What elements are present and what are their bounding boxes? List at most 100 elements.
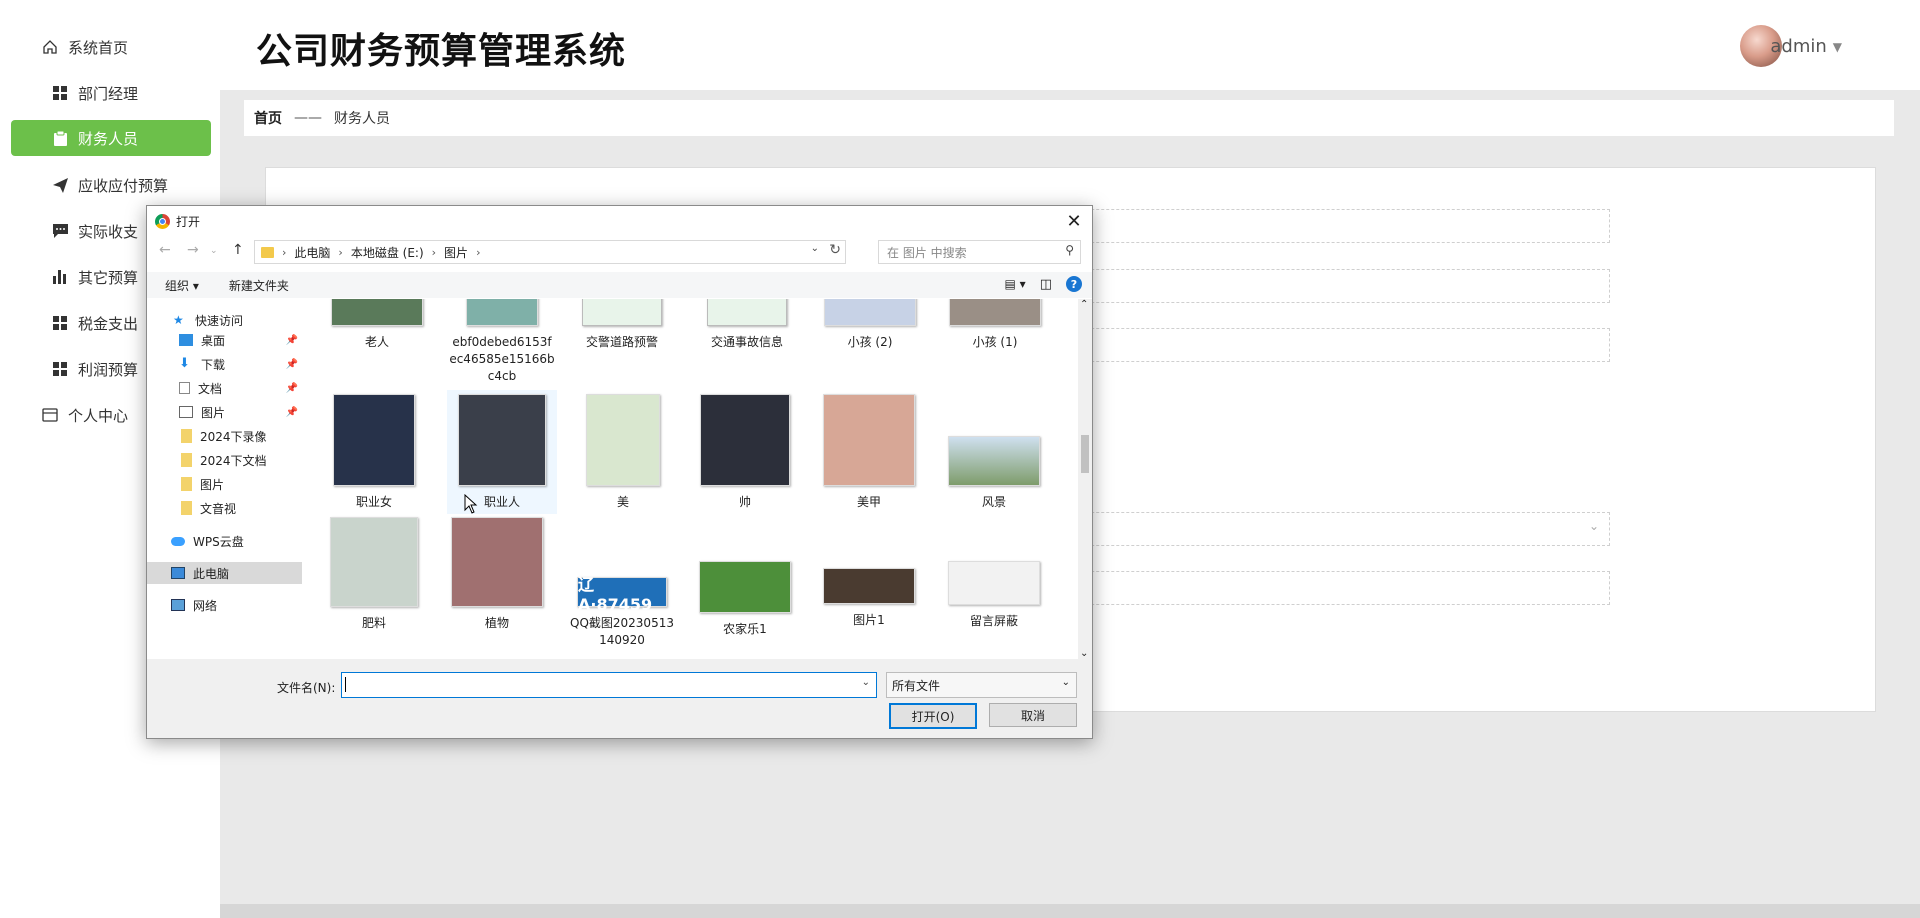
file-item[interactable]: 小孩 (1) — [949, 299, 1041, 351]
tree-item-folder[interactable]: 2024下录像 — [147, 425, 302, 447]
path-segment[interactable]: 本地磁盘 (E:) — [351, 244, 424, 261]
file-item[interactable]: 肥料 — [328, 517, 420, 632]
filetype-select[interactable]: 所有文件 ⌄ — [886, 672, 1077, 698]
forward-arrow-icon[interactable]: → — [187, 242, 199, 258]
history-dropdown-icon[interactable]: ⌄ — [210, 246, 218, 256]
bar-chart-icon — [50, 267, 70, 287]
folder-icon — [181, 477, 192, 491]
file-thumbnail — [451, 517, 543, 607]
tree-item-folder[interactable]: 图片 — [147, 473, 302, 495]
file-item[interactable]: ebf0debed6153fec46585e15166bc4cb — [449, 299, 555, 385]
clipboard-icon — [50, 128, 70, 148]
file-name: ebf0debed6153fec46585e15166bc4cb — [449, 335, 555, 383]
user-menu[interactable]: admin ▼ — [1770, 36, 1842, 57]
path-segment[interactable]: 图片 — [444, 244, 468, 261]
chevron-down-icon[interactable]: ⌄ — [811, 243, 819, 254]
tree-item-this-pc[interactable]: 此电脑 — [147, 562, 302, 584]
filetype-value: 所有文件 — [892, 678, 941, 693]
file-item[interactable]: 美 — [577, 394, 669, 511]
vertical-scrollbar[interactable]: ⌃ ⌄ — [1078, 299, 1092, 659]
tree-item-folder[interactable]: 文音视 — [147, 497, 302, 519]
dialog-titlebar: 打开 ✕ — [147, 206, 1092, 236]
file-item[interactable]: 交警道路预警 — [571, 299, 673, 351]
tree-item-quick-access[interactable]: ★ 快速访问 — [147, 309, 302, 331]
scroll-up-icon[interactable]: ⌃ — [1080, 299, 1088, 310]
breadcrumb: 首页 —— 财务人员 — [244, 100, 1894, 136]
organize-button[interactable]: 组织 ▾ — [165, 277, 199, 294]
scrollbar-thumb[interactable] — [1081, 435, 1089, 473]
pin-icon: 📌 — [285, 382, 298, 394]
file-item[interactable]: 美甲 — [823, 394, 915, 511]
chevron-down-icon[interactable]: ⌄ — [862, 677, 870, 688]
file-item[interactable]: 留言屏蔽 — [948, 561, 1040, 630]
tree-item-downloads[interactable]: ⬇ 下载 📌 — [147, 353, 302, 375]
close-icon[interactable]: ✕ — [1062, 209, 1086, 233]
new-folder-button[interactable]: 新建文件夹 — [229, 277, 289, 294]
breadcrumb-separator: —— — [294, 110, 322, 126]
chrome-icon — [155, 213, 170, 229]
tree-item-pictures[interactable]: 图片 📌 — [147, 401, 302, 423]
breadcrumb-home[interactable]: 首页 — [254, 108, 282, 128]
cancel-button[interactable]: 取消 — [989, 703, 1077, 727]
folder-icon — [181, 453, 192, 467]
chat-icon — [50, 221, 70, 241]
horizontal-scrollbar[interactable] — [220, 904, 1920, 918]
header: 公司财务预算管理系统 admin ▼ — [220, 0, 1920, 90]
search-input[interactable]: 在 图片 中搜索 ⚲ — [878, 240, 1081, 264]
sidebar-item-department-manager[interactable]: 部门经理 — [50, 75, 210, 111]
help-icon[interactable]: ? — [1066, 276, 1082, 292]
open-button[interactable]: 打开(O) — [889, 703, 977, 729]
file-thumbnail — [331, 299, 423, 326]
search-placeholder: 在 图片 中搜索 — [887, 245, 967, 260]
dialog-title: 打开 — [176, 214, 201, 229]
file-thumbnail — [330, 517, 418, 607]
tree-item-wps-cloud[interactable]: WPS云盘 — [147, 530, 302, 552]
file-name: 交通事故信息 — [710, 335, 783, 349]
caret-down-icon: ▼ — [1832, 39, 1842, 54]
card-icon — [40, 405, 60, 425]
path-segment[interactable]: 此电脑 — [294, 244, 330, 261]
sidebar-item-home[interactable]: 系统首页 — [40, 29, 210, 65]
scroll-down-icon[interactable]: ⌄ — [1080, 648, 1088, 659]
grid-icon — [50, 313, 70, 333]
file-item[interactable]: 交通事故信息 — [696, 299, 798, 351]
tree-item-folder[interactable]: 2024下文档 — [147, 449, 302, 471]
sidebar-item-label: 个人中心 — [68, 406, 129, 425]
tree-item-network[interactable]: 网络 — [147, 594, 302, 616]
address-bar[interactable]: › 此电脑 › 本地磁盘 (E:) › 图片 › ⌄ ↻ — [254, 240, 846, 264]
file-thumbnail — [823, 568, 915, 604]
file-name: 农家乐1 — [723, 622, 767, 636]
sidebar-item-finance-staff[interactable]: 财务人员 — [11, 120, 211, 156]
file-item[interactable]: 小孩 (2) — [824, 299, 916, 351]
sidebar-item-label: 税金支出 — [78, 314, 139, 333]
file-item[interactable]: 植物 — [451, 517, 543, 632]
preview-pane-icon[interactable]: ◫ — [1040, 277, 1052, 292]
file-thumbnail — [948, 436, 1040, 486]
refresh-icon[interactable]: ↻ — [829, 242, 841, 258]
up-arrow-icon[interactable]: ↑ — [232, 242, 244, 258]
file-item[interactable]: 职业女 — [328, 394, 420, 511]
tree-item-desktop[interactable]: 桌面 📌 — [147, 329, 302, 351]
grid-icon — [50, 83, 70, 103]
back-arrow-icon[interactable]: ← — [159, 242, 171, 258]
home-icon — [40, 37, 60, 57]
folder-icon — [181, 429, 192, 443]
file-item[interactable]: 风景 — [948, 436, 1040, 511]
pin-icon: 📌 — [285, 358, 298, 370]
star-icon: ★ — [173, 313, 184, 327]
dialog-footer: 文件名(N): ⌄ 所有文件 ⌄ 打开(O) 取消 — [147, 659, 1092, 738]
tree-item-documents[interactable]: 文档 📌 — [147, 377, 302, 399]
file-thumbnail — [582, 299, 662, 326]
file-item[interactable]: 图片1 — [823, 568, 915, 629]
view-options-icon[interactable]: ▤ ▾ — [1005, 277, 1026, 291]
file-item[interactable]: 帅 — [699, 394, 791, 511]
desktop-icon — [179, 334, 193, 346]
file-item[interactable]: 辽A·87459 QQ截图20230513140920 — [567, 517, 677, 649]
file-item[interactable]: 农家乐1 — [699, 561, 791, 638]
sidebar-item-receivable-budget[interactable]: 应收应付预算 — [50, 167, 210, 203]
file-thumbnail — [823, 394, 915, 486]
file-thumbnail — [458, 394, 546, 486]
filename-input[interactable]: ⌄ — [341, 672, 877, 698]
file-thumbnail — [586, 394, 660, 486]
file-item[interactable]: 老人 — [331, 299, 423, 351]
